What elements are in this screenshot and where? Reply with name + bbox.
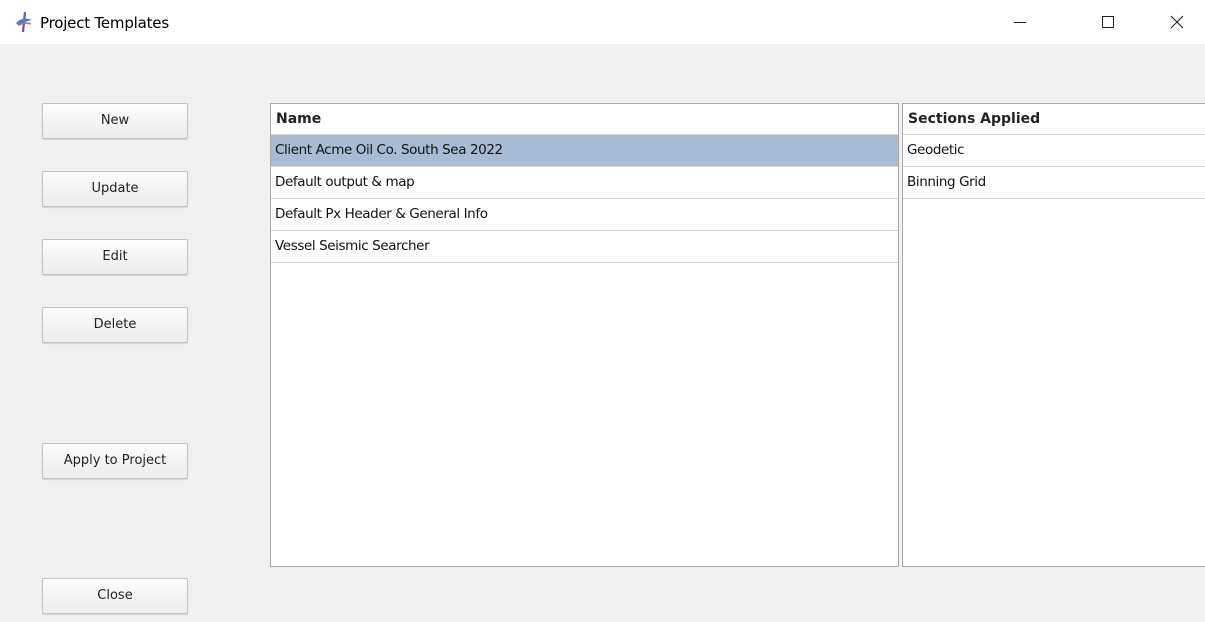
minimize-button[interactable] [997,0,1043,44]
app-logo-icon [14,11,34,33]
title-bar: Project Templates [0,0,1205,44]
table-row[interactable]: Default Px Header & General Info [271,199,898,231]
table-row[interactable]: Vessel Seismic Searcher [271,231,898,263]
apply-to-project-button[interactable]: Apply to Project [42,443,188,479]
maximize-icon [1102,16,1114,28]
column-header-sections-applied[interactable]: Sections Applied [903,104,1205,135]
table-row[interactable]: Binning Grid [903,167,1205,199]
maximize-button[interactable] [1085,0,1131,44]
column-header-name[interactable]: Name [271,104,898,135]
table-row[interactable]: Geodetic [903,135,1205,167]
close-window-button[interactable] [1154,0,1200,44]
new-button[interactable]: New [42,103,188,139]
close-icon [1170,15,1184,29]
table-row[interactable]: Client Acme Oil Co. South Sea 2022 [271,135,898,167]
delete-button[interactable]: Delete [42,307,188,343]
minimize-icon [1014,22,1026,23]
edit-button[interactable]: Edit [42,239,188,275]
window-title: Project Templates [40,14,169,32]
sections-applied-table[interactable]: Sections Applied Geodetic Binning Grid [902,103,1205,567]
templates-table[interactable]: Name Client Acme Oil Co. South Sea 2022 … [270,103,899,567]
close-button[interactable]: Close [42,578,188,614]
table-row[interactable]: Default output & map [271,167,898,199]
update-button[interactable]: Update [42,171,188,207]
